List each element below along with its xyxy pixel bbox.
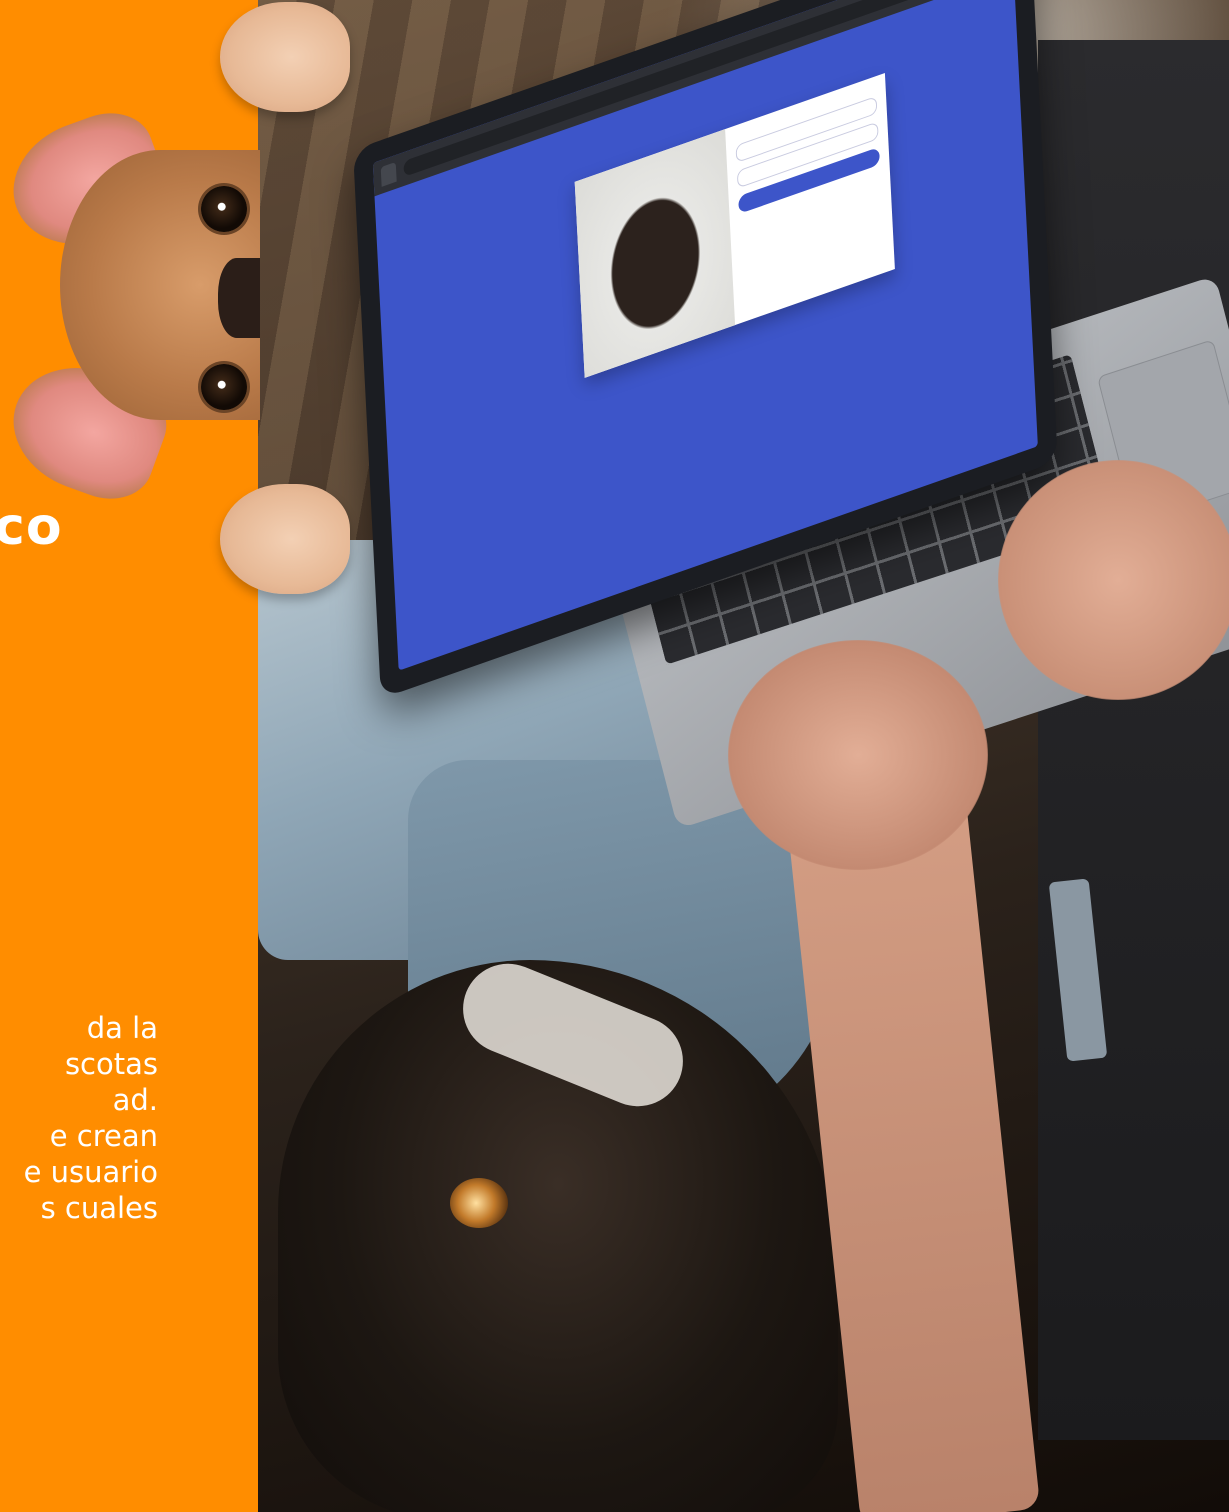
side-description-line: e crean [49,1119,158,1153]
dark-pants [1038,40,1229,1440]
bulldog-nose [218,258,260,338]
bulldog-eye [201,364,247,410]
bulldog-eye [201,186,247,232]
bulldog-paw-bottom [220,484,350,594]
side-heading: co [0,497,63,557]
hero-photo [258,0,1229,1512]
side-description-line: e usuario [23,1155,158,1189]
pug-photo [574,129,736,378]
side-description: da la scotas ad. e crean e usuario s cua… [0,1010,258,1226]
browser-tab [380,161,397,187]
login-card [574,73,895,378]
side-description-line: s cuales [40,1191,158,1225]
login-form [725,73,895,325]
side-description-line: da la [86,1011,158,1045]
side-description-line: scotas [64,1047,158,1081]
left-hand [728,640,988,870]
bulldog-paw-top [220,2,350,112]
side-description-line: ad. [112,1083,158,1117]
black-dog-eye [450,1178,508,1228]
right-hand [998,460,1229,700]
